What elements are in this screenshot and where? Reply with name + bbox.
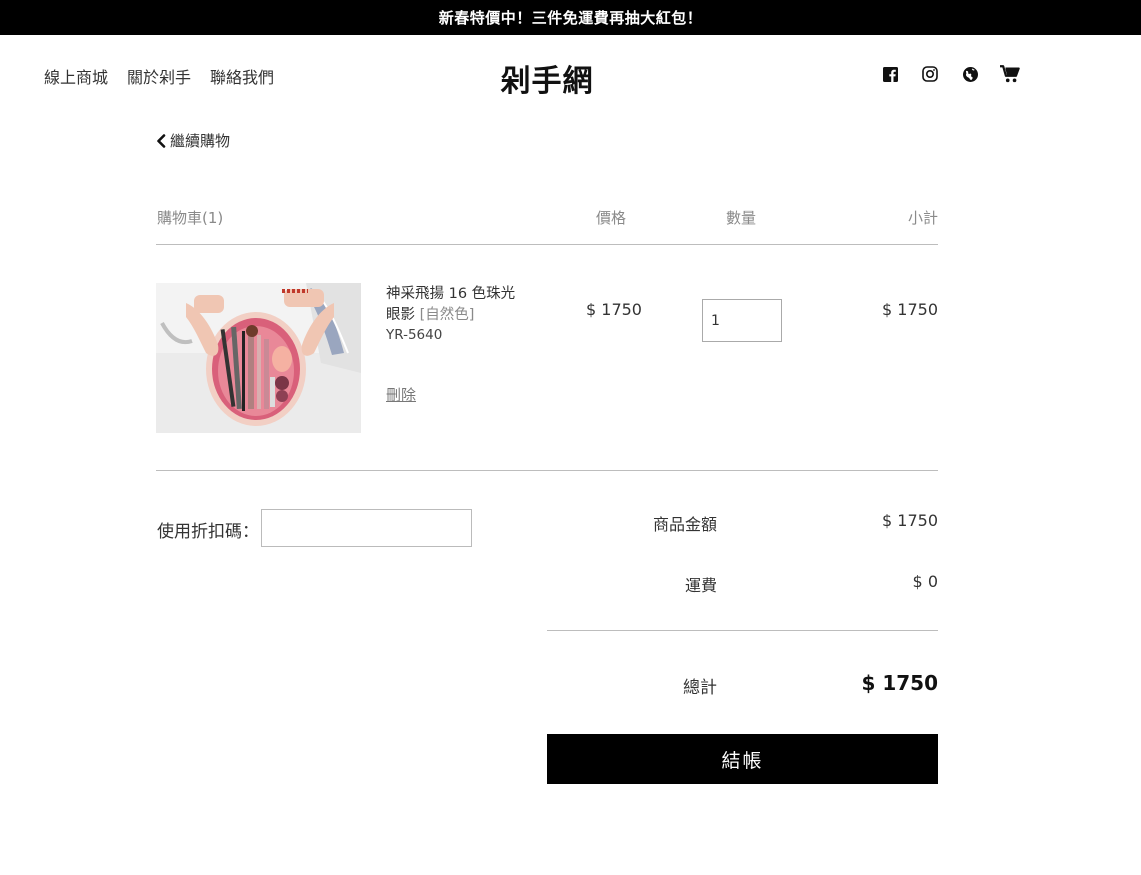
column-header-subtotal: 小計 — [907, 209, 938, 227]
cart-icon[interactable] — [1000, 64, 1020, 84]
items-total-value: $ 1750 — [882, 511, 938, 530]
shipping-label: 運費 — [684, 576, 717, 595]
items-divider — [156, 470, 938, 471]
chevron-left-icon — [157, 133, 166, 148]
grand-total-label: 總計 — [683, 678, 717, 698]
quantity-input[interactable] — [702, 299, 782, 342]
coupon-label: 使用折扣碼： — [157, 522, 259, 542]
header-divider — [156, 244, 938, 245]
globe-icon[interactable] — [960, 64, 980, 84]
item-price: $ 1750 — [586, 300, 642, 319]
instagram-icon[interactable] — [920, 64, 940, 84]
delete-item-button[interactable]: 刪除 — [386, 384, 416, 405]
product-variant: [自然色] — [419, 307, 475, 323]
product-sku: YR-5640 — [386, 327, 443, 343]
grand-total-value: $ 1750 — [861, 671, 938, 695]
facebook-icon[interactable] — [880, 64, 900, 84]
continue-shopping-link[interactable]: 繼續購物 — [156, 130, 230, 151]
summary-divider — [547, 630, 938, 631]
coupon-input[interactable] — [261, 509, 472, 547]
announcement-bar: 新春特價中！三件免運費再抽大紅包！ — [0, 0, 1141, 35]
column-header-quantity: 數量 — [726, 209, 757, 227]
continue-shopping-label: 繼續購物 — [170, 132, 231, 150]
shipping-value: $ 0 — [912, 572, 938, 591]
column-header-price: 價格 — [596, 209, 627, 227]
items-total-label: 商品金額 — [652, 515, 717, 534]
item-subtotal: $ 1750 — [882, 300, 938, 319]
header-icons — [880, 64, 1020, 84]
cart-title: 購物車(1) — [157, 209, 224, 227]
product-image[interactable] — [156, 283, 361, 433]
product-name[interactable]: 神采飛揚 16 色珠光眼影 [自然色] — [386, 284, 526, 326]
checkout-button[interactable]: 結帳 — [547, 734, 938, 784]
